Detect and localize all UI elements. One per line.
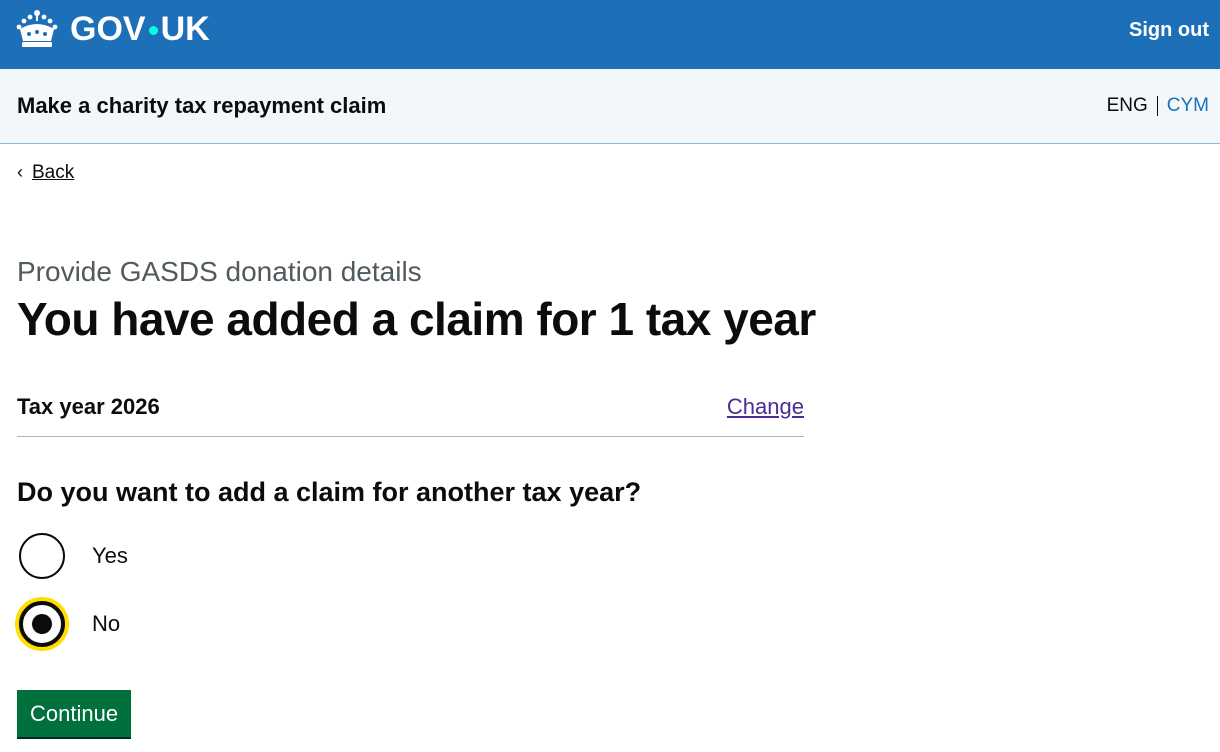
logotype-gov: GOV — [70, 9, 146, 48]
change-link[interactable]: Change — [727, 394, 804, 420]
question-legend: Do you want to add a claim for another t… — [17, 477, 642, 507]
language-switcher: ENG CYM — [1107, 95, 1209, 117]
logotype-dot — [148, 25, 158, 35]
crown-icon — [16, 9, 58, 49]
radio-option-yes[interactable]: Yes — [17, 533, 128, 579]
service-navigation: Make a charity tax repayment claim ENG C… — [0, 69, 1220, 144]
radio-input-no[interactable] — [19, 601, 65, 647]
language-divider — [1156, 96, 1158, 116]
radio-option-no[interactable]: No — [17, 601, 120, 647]
govuk-logotype: GOV UK — [70, 10, 210, 49]
radio-input-yes[interactable] — [19, 533, 65, 579]
radio-label-yes: Yes — [92, 543, 128, 568]
language-current-eng: ENG — [1106, 95, 1148, 116]
govuk-header: GOV UK Sign out — [0, 0, 1220, 69]
chevron-left-icon: ‹ — [17, 161, 23, 182]
sign-out-link[interactable]: Sign out — [1129, 19, 1209, 42]
continue-button[interactable]: Continue — [17, 690, 132, 737]
govuk-logo-link[interactable]: GOV UK — [16, 9, 210, 49]
back-link[interactable]: ‹ Back — [17, 162, 74, 184]
summary-key: Tax year 2026 — [17, 394, 160, 419]
page-caption: Provide GASDS donation details — [17, 256, 422, 287]
page-title: You have added a claim for 1 tax year — [17, 293, 816, 345]
back-link-label: Back — [32, 162, 75, 183]
logotype-uk: UK — [160, 9, 210, 48]
language-link-cym[interactable]: CYM — [1167, 95, 1209, 117]
radio-label-no: No — [92, 611, 121, 636]
summary-row: Tax year 2026 Change — [17, 384, 804, 437]
service-name: Make a charity tax repayment claim — [17, 93, 387, 118]
